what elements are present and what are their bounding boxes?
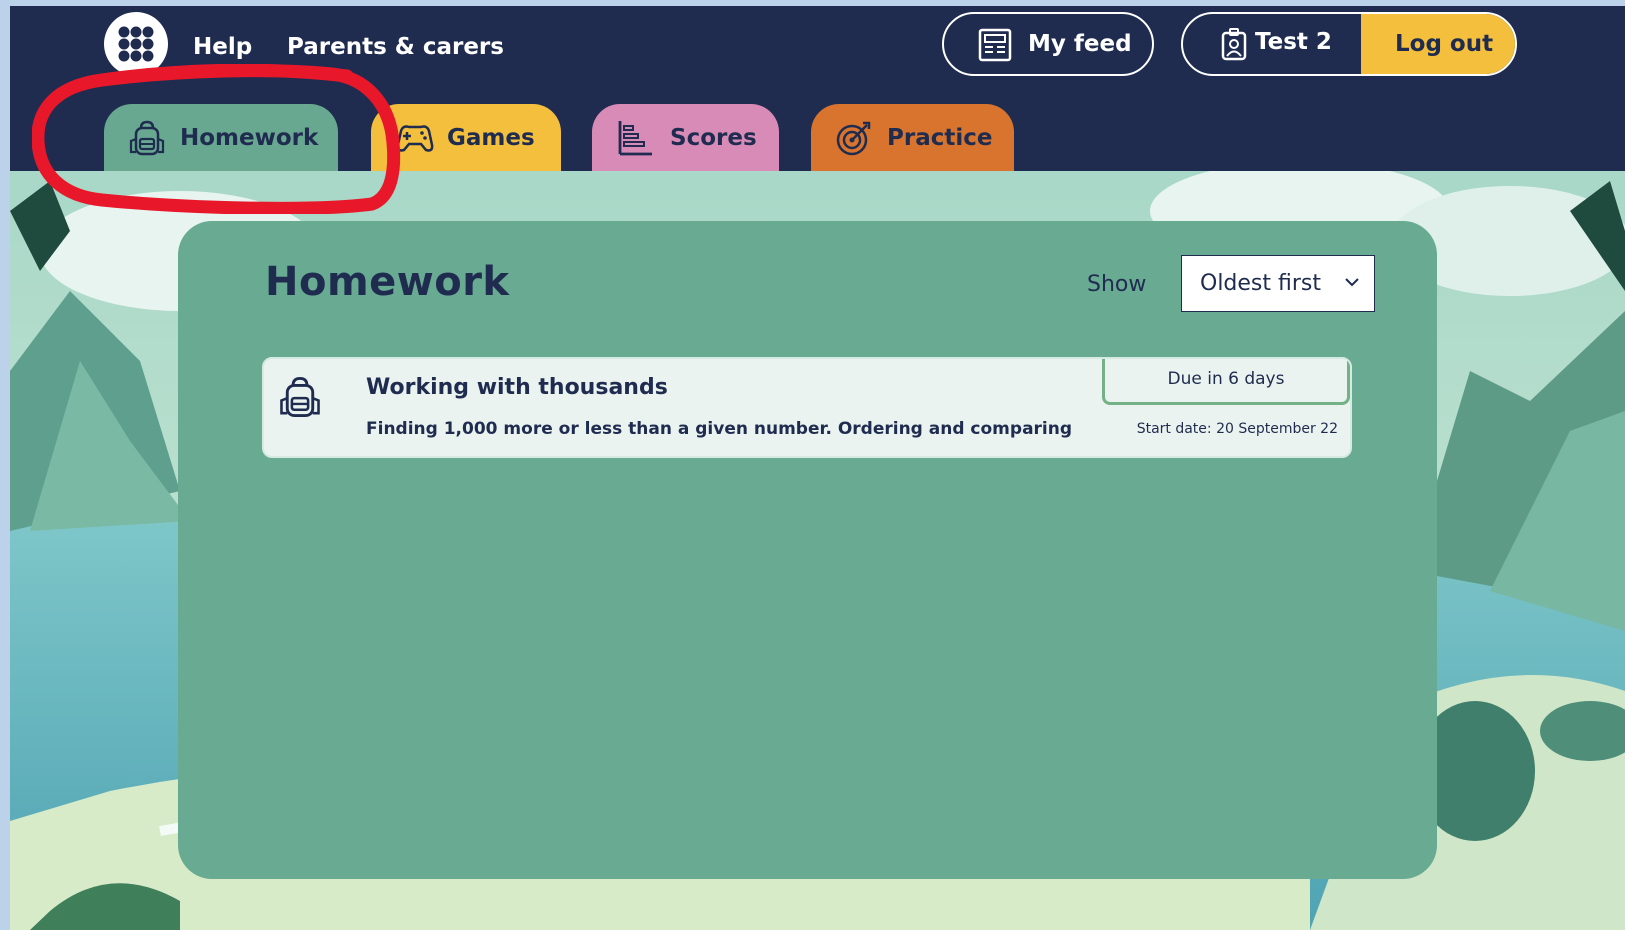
tab-practice-label: Practice <box>887 125 993 151</box>
tab-games[interactable]: Games <box>371 104 561 171</box>
backpack-icon <box>280 377 320 417</box>
account-controls: Test 2 Log out <box>1181 12 1517 76</box>
apps-grid-icon <box>118 26 154 62</box>
top-navigation-bar: Help Parents & carers My feed Test 2 Log… <box>10 6 1625 171</box>
sort-label: Show <box>1087 272 1147 297</box>
apps-menu-button[interactable] <box>104 12 168 76</box>
chevron-down-icon <box>1345 278 1359 287</box>
start-date: Start date: 20 September 22 <box>1136 421 1338 437</box>
user-name-label: Test 2 <box>1255 29 1332 55</box>
tab-practice[interactable]: Practice <box>811 104 1014 171</box>
gamepad-icon <box>396 125 434 152</box>
backpack-icon <box>129 120 165 156</box>
sort-order-select[interactable]: Oldest first <box>1181 255 1375 312</box>
parents-carers-link[interactable]: Parents & carers <box>287 34 504 60</box>
homework-description: Finding 1,000 more or less than a given … <box>366 419 1072 439</box>
help-link[interactable]: Help <box>193 34 252 60</box>
log-out-button[interactable]: Log out <box>1361 14 1515 74</box>
tab-games-label: Games <box>447 125 535 151</box>
page-title: Homework <box>265 259 510 305</box>
app-frame: Help Parents & carers My feed Test 2 Log… <box>10 6 1625 930</box>
tab-homework[interactable]: Homework <box>104 104 338 171</box>
homework-item[interactable]: Working with thousands Finding 1,000 mor… <box>262 357 1352 458</box>
my-feed-label: My feed <box>1028 31 1132 57</box>
sort-selected-value: Oldest first <box>1200 271 1321 296</box>
tab-homework-label: Homework <box>180 125 319 151</box>
bar-chart-icon <box>618 121 652 156</box>
my-feed-button[interactable]: My feed <box>942 12 1154 76</box>
newspaper-icon <box>978 28 1012 62</box>
due-badge: Due in 6 days <box>1102 359 1350 405</box>
log-out-label: Log out <box>1395 31 1494 57</box>
user-profile-button[interactable]: Test 2 <box>1183 14 1361 74</box>
homework-panel: Homework Show Oldest first Working with … <box>178 221 1437 879</box>
homework-title: Working with thousands <box>366 375 668 400</box>
id-badge-icon <box>1221 28 1247 61</box>
tab-scores[interactable]: Scores <box>592 104 779 171</box>
target-icon <box>836 121 871 156</box>
due-label: Due in 6 days <box>1167 369 1285 389</box>
tab-scores-label: Scores <box>670 125 757 151</box>
